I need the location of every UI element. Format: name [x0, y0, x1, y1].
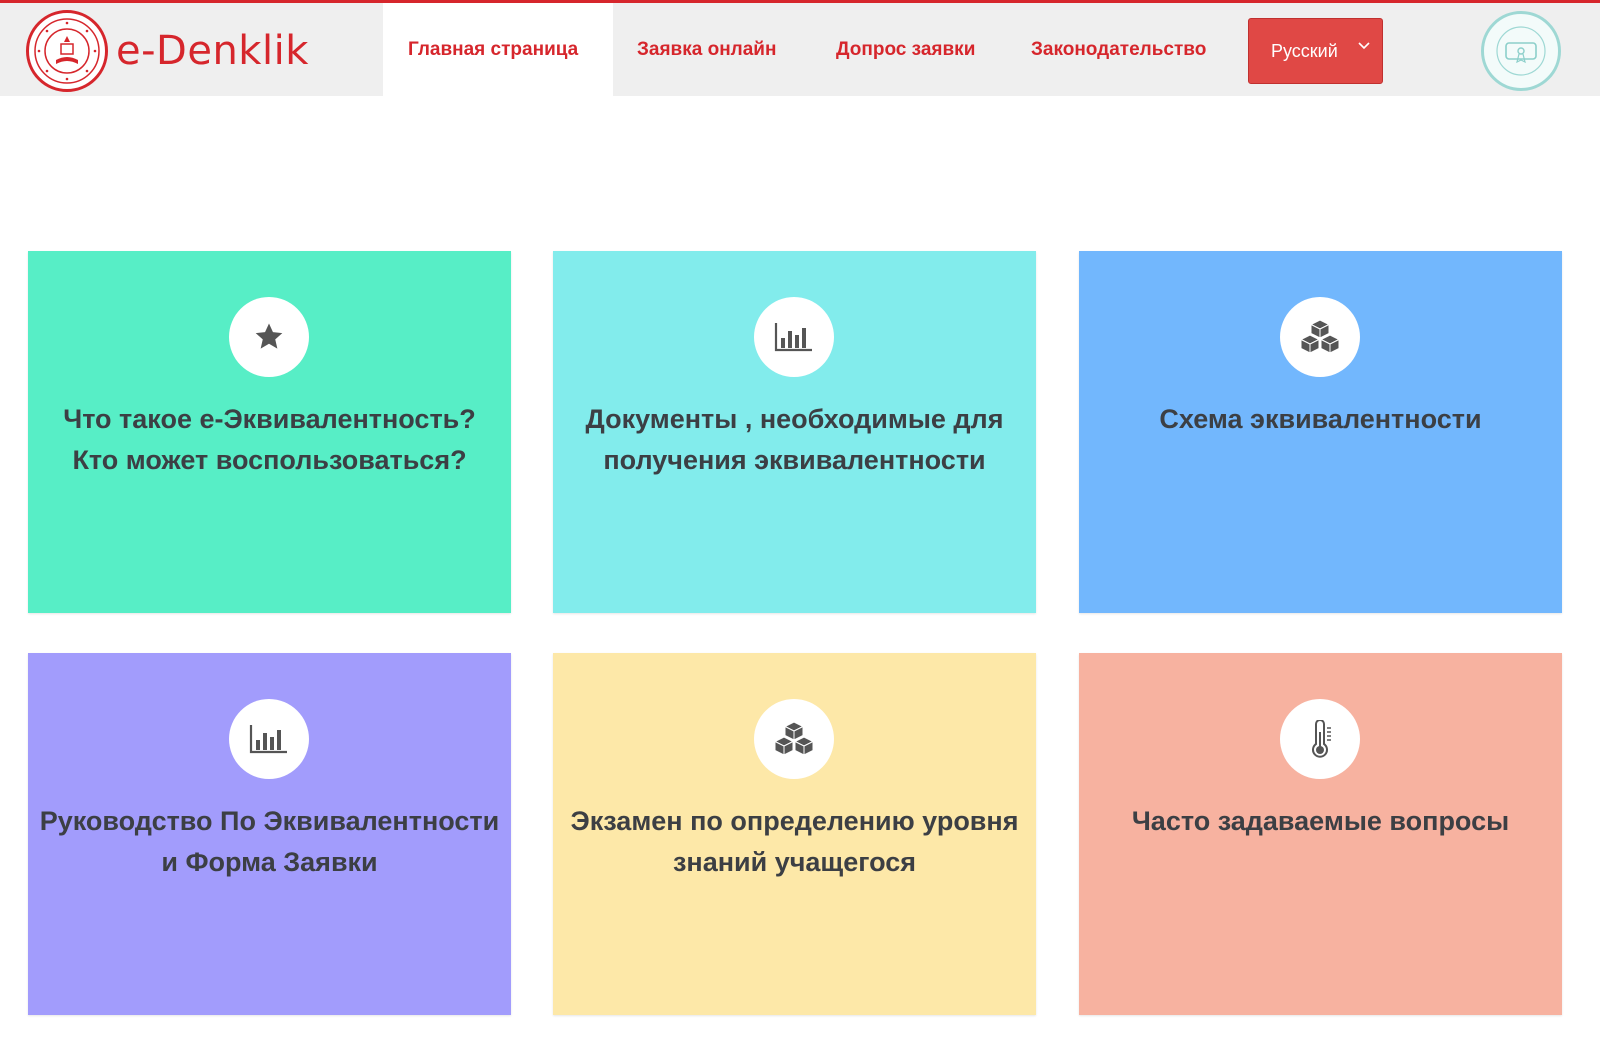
card-title: Что такое e-Эквивалентность? Кто может в…	[63, 404, 476, 475]
nav-item-label: Заявка онлайн	[637, 38, 777, 60]
nav-item-online-application[interactable]: Заявка онлайн	[613, 3, 813, 96]
card-required-documents[interactable]: Документы , необходимые для получения эк…	[553, 251, 1036, 613]
chevron-down-icon	[1358, 42, 1370, 50]
card-icon-circle	[1280, 297, 1360, 377]
thermometer-icon	[1312, 720, 1331, 758]
language-select-value: Русский	[1271, 40, 1338, 61]
card-title: Руководство По Эквивалентности и Форма З…	[39, 806, 500, 877]
card-equivalence-scheme[interactable]: Схема эквивалентности	[1079, 251, 1562, 613]
brand-name: e-Denklik	[116, 28, 309, 74]
site-logo[interactable]: e-Denklik	[26, 9, 309, 93]
nav-item-label: Главная страница	[408, 38, 579, 60]
card-icon-circle	[754, 297, 834, 377]
card-what-is-e-equivalence[interactable]: Что такое e-Эквивалентность? Кто может в…	[28, 251, 511, 613]
top-navbar: e-Denklik Главная страница Заявка онлайн…	[0, 0, 1600, 96]
cubes-icon	[773, 721, 815, 756]
card-knowledge-level-exam[interactable]: Экзамен по определению уровня знаний уча…	[553, 653, 1036, 1015]
card-icon-circle	[754, 699, 834, 779]
bar-chart-icon	[774, 323, 812, 352]
card-title: Часто задаваемые вопросы	[1131, 806, 1510, 836]
cubes-icon	[1299, 319, 1341, 354]
ministry-seal-icon	[26, 10, 108, 92]
card-icon-circle	[229, 699, 309, 779]
card-faq[interactable]: Часто задаваемые вопросы	[1079, 653, 1562, 1015]
nav-item-label: Допрос заявки	[836, 38, 976, 60]
e-denklik-diploma-badge-icon	[1481, 11, 1561, 91]
main-nav: Главная страница Заявка онлайн Допрос за…	[383, 3, 1243, 96]
card-title: Экзамен по определению уровня знаний уча…	[570, 806, 1019, 877]
card-equivalence-guide[interactable]: Руководство По Эквивалентности и Форма З…	[28, 653, 511, 1015]
language-select[interactable]: Русский	[1248, 18, 1383, 84]
card-icon-circle	[229, 297, 309, 377]
nav-item-home[interactable]: Главная страница	[383, 3, 613, 96]
star-icon	[255, 323, 283, 349]
nav-item-application-query[interactable]: Допрос заявки	[813, 3, 1013, 96]
card-title: Схема эквивалентности	[1159, 404, 1482, 434]
nav-item-label: Законодательство	[1031, 38, 1207, 60]
card-title: Документы , необходимые для получения эк…	[585, 404, 1004, 475]
card-icon-circle	[1280, 699, 1360, 779]
bar-chart-icon	[249, 725, 287, 754]
nav-item-legislation[interactable]: Законодательство	[1013, 3, 1243, 96]
